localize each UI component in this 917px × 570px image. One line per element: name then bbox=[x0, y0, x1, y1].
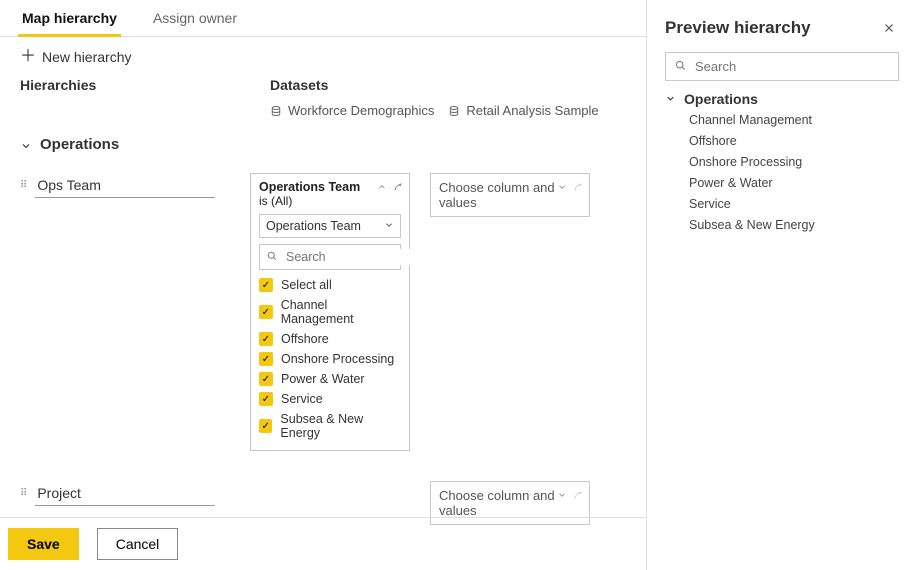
option-item[interactable]: ✓Service bbox=[259, 392, 401, 406]
level-name-input[interactable] bbox=[35, 173, 215, 198]
preview-title: Preview hierarchy bbox=[665, 18, 811, 38]
hierarchy-name: Operations bbox=[40, 136, 119, 153]
preview-item[interactable]: Power & Water bbox=[689, 176, 899, 190]
checkbox-checked-icon: ✓ bbox=[259, 278, 273, 292]
clear-icon[interactable] bbox=[393, 180, 403, 195]
checkbox-checked-icon: ✓ bbox=[259, 392, 273, 406]
preview-root-label: Operations bbox=[684, 91, 758, 107]
drag-handle-icon[interactable]: ⠿ bbox=[20, 488, 27, 499]
tab-assign-owner[interactable]: Assign owner bbox=[149, 0, 241, 36]
dataset-item[interactable]: Workforce Demographics bbox=[270, 103, 434, 118]
clear-icon[interactable] bbox=[573, 488, 583, 503]
expand-icon[interactable] bbox=[557, 488, 567, 503]
drag-handle-icon[interactable]: ⠿ bbox=[20, 180, 27, 191]
save-button[interactable]: Save bbox=[8, 528, 79, 560]
filter-subtitle: is (All) bbox=[259, 194, 401, 208]
level-name-input[interactable] bbox=[35, 481, 215, 506]
option-item[interactable]: ✓Channel Management bbox=[259, 298, 401, 326]
checkbox-checked-icon: ✓ bbox=[259, 305, 273, 319]
clear-icon[interactable] bbox=[573, 180, 583, 195]
search-icon bbox=[266, 250, 278, 265]
option-item[interactable]: ✓Offshore bbox=[259, 332, 401, 346]
preview-item[interactable]: Channel Management bbox=[689, 113, 899, 127]
dataset-item[interactable]: Retail Analysis Sample bbox=[448, 103, 598, 118]
database-icon bbox=[270, 105, 282, 117]
hierarchies-header: Hierarchies bbox=[20, 77, 270, 93]
option-select-all[interactable]: ✓Select all bbox=[259, 278, 401, 292]
column-dropdown[interactable]: Operations Team bbox=[259, 214, 401, 238]
chevron-down-icon bbox=[665, 91, 676, 107]
preview-search-input[interactable] bbox=[693, 58, 890, 75]
preview-root-toggle[interactable]: Operations bbox=[665, 91, 899, 107]
option-item[interactable]: ✓Power & Water bbox=[259, 372, 401, 386]
filter-card: Operations Team is (All) Operations Team… bbox=[250, 173, 410, 451]
preview-item[interactable]: Service bbox=[689, 197, 899, 211]
filter-search[interactable] bbox=[259, 244, 401, 270]
checkbox-checked-icon: ✓ bbox=[259, 332, 273, 346]
checkbox-checked-icon: ✓ bbox=[259, 372, 273, 386]
close-icon[interactable] bbox=[879, 18, 899, 38]
filter-search-input[interactable] bbox=[284, 249, 449, 265]
checkbox-checked-icon: ✓ bbox=[259, 352, 273, 366]
database-icon bbox=[448, 105, 460, 117]
new-hierarchy-button[interactable]: ＋ New hierarchy bbox=[0, 37, 646, 77]
preview-item[interactable]: Onshore Processing bbox=[689, 155, 899, 169]
datasets-header: Datasets bbox=[270, 77, 599, 93]
search-icon bbox=[674, 59, 687, 75]
preview-item[interactable]: Subsea & New Energy bbox=[689, 218, 899, 232]
option-item[interactable]: ✓Subsea & New Energy bbox=[259, 412, 401, 440]
choose-column-card[interactable]: Choose column and values bbox=[430, 173, 590, 217]
collapse-icon[interactable] bbox=[377, 180, 387, 195]
preview-item[interactable]: Offshore bbox=[689, 134, 899, 148]
hierarchy-section-toggle[interactable]: Operations bbox=[0, 118, 646, 161]
new-hierarchy-label: New hierarchy bbox=[42, 49, 131, 65]
checkbox-checked-icon: ✓ bbox=[259, 419, 272, 433]
chevron-down-icon bbox=[20, 139, 32, 151]
expand-icon[interactable] bbox=[557, 180, 567, 195]
chevron-down-icon bbox=[384, 219, 394, 233]
cancel-button[interactable]: Cancel bbox=[97, 528, 179, 560]
option-item[interactable]: ✓Onshore Processing bbox=[259, 352, 401, 366]
tab-map-hierarchy[interactable]: Map hierarchy bbox=[18, 0, 121, 37]
preview-search[interactable] bbox=[665, 52, 899, 81]
plus-icon: ＋ bbox=[20, 49, 36, 65]
